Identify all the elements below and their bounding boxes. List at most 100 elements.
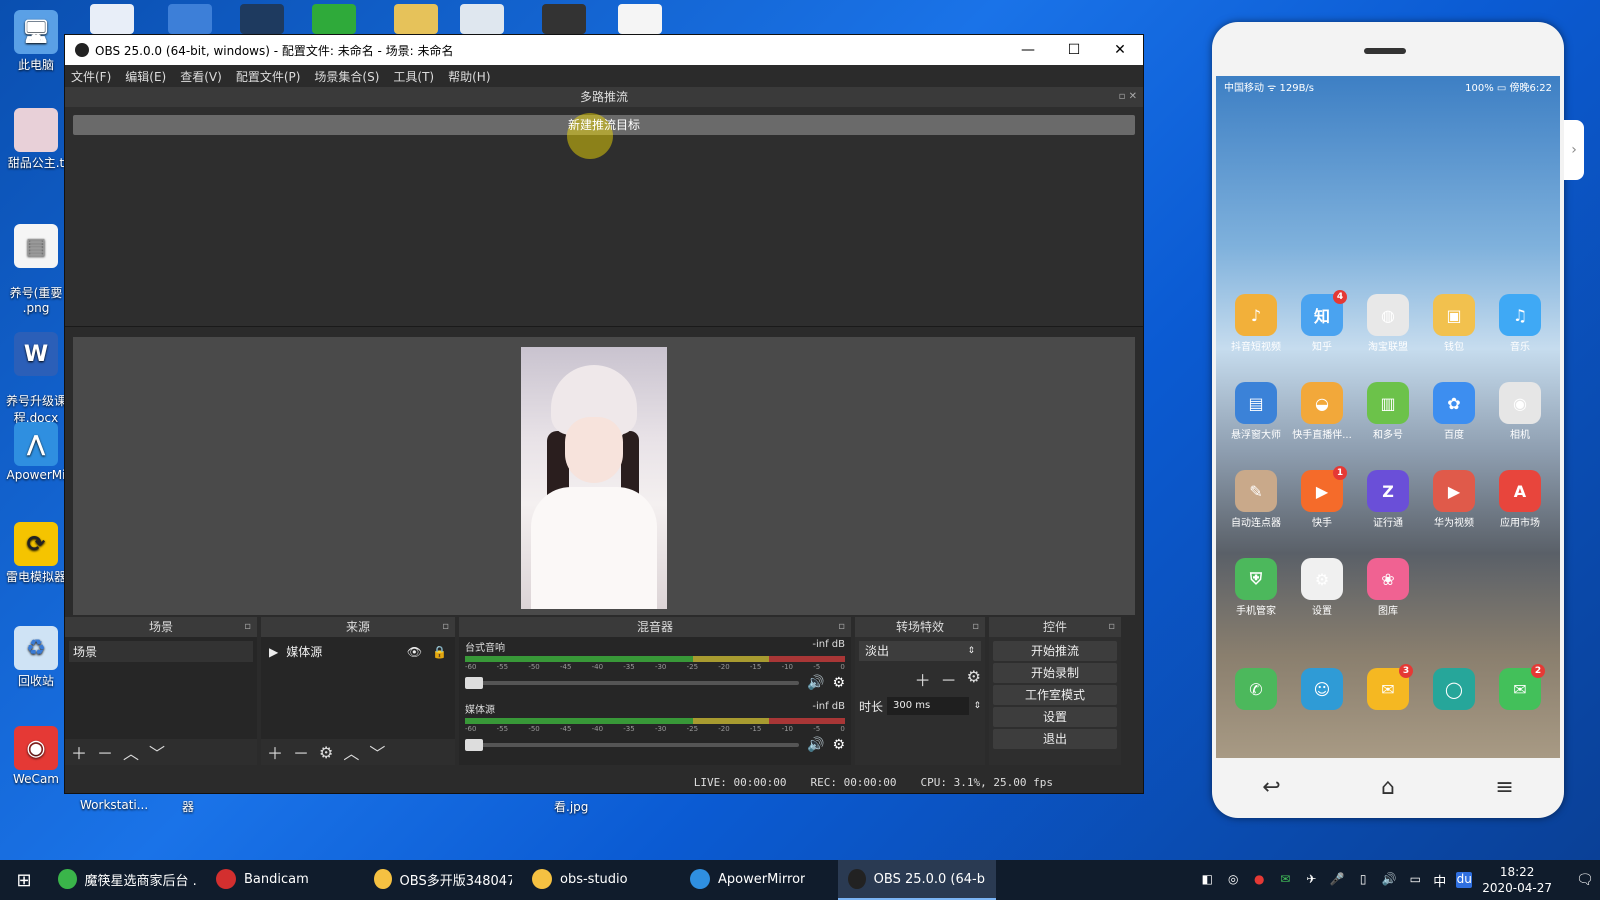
start-recording-button[interactable]: 开始录制 [993,663,1117,683]
move-up-icon[interactable]: ︿ [123,740,139,764]
play-icon[interactable]: ▶ [269,645,278,659]
maximize-button[interactable]: ☐ [1051,35,1097,65]
gear-icon[interactable]: ⚙ [832,675,845,691]
phone-app[interactable]: ▤ 悬浮窗大师 [1224,382,1288,441]
slider-knob[interactable] [465,677,483,689]
gear-icon[interactable]: ⚙ [319,743,333,762]
settings-button[interactable]: 设置 [993,707,1117,727]
phone-app[interactable]: ▣ 钱包 [1422,294,1486,353]
phone-side-expand-icon[interactable]: › [1564,120,1584,180]
menu-help[interactable]: 帮助(H) [448,68,490,85]
desktop-icon-wecam[interactable]: ◉ WeCam [0,726,72,786]
tray-wechat-icon[interactable]: ✉ [1277,872,1293,888]
add-icon[interactable]: ＋ [267,740,283,764]
dock-float-icon[interactable]: ▫ [244,617,251,637]
tray-app-icon[interactable]: ◧ [1199,872,1215,888]
remove-icon[interactable]: － [293,740,309,764]
phone-app[interactable]: A 应用市场 [1488,470,1552,529]
phone-app[interactable]: ▥ 和多号 [1356,382,1420,441]
desktop-label[interactable]: Workstati... [80,798,148,812]
taskbar-app[interactable]: 魔筷星选商家后台 ... [48,860,206,900]
folder-icon[interactable] [394,4,438,34]
desktop-icon-recycle-bin[interactable]: ♻ 回收站 [0,626,72,689]
taskbar-app[interactable]: Bandicam [206,860,364,900]
phone-app[interactable]: ✿ 百度 [1422,382,1486,441]
slider-knob[interactable] [465,739,483,751]
app-icon[interactable] [240,4,284,34]
menu-view[interactable]: 查看(V) [180,68,222,85]
app-icon[interactable] [90,4,134,34]
phone-app[interactable]: ♫ 音乐 [1488,294,1552,353]
tray-obs-icon[interactable]: ◎ [1225,872,1241,888]
phone-dock-app[interactable]: ✉ 2 [1488,664,1552,712]
gear-icon[interactable]: ⚙ [832,737,845,753]
desktop-icon-ldplayer[interactable]: ⟳ 雷电模拟器 [0,522,72,585]
start-streaming-button[interactable]: 开始推流 [993,641,1117,661]
phone-app[interactable]: ◍ 淘宝联盟 [1356,294,1420,353]
move-up-icon[interactable]: ︿ [343,740,359,764]
phone-dock-app[interactable]: ◯ [1422,668,1486,712]
desktop-label[interactable]: 器 [182,798,194,815]
phone-dock-app[interactable]: ✉ 3 [1356,664,1420,712]
windows-start-icon[interactable]: ⊞ [0,860,48,900]
taskbar-app[interactable]: ApowerMirror [680,860,838,900]
phone-dock-app[interactable]: ☺ [1290,668,1354,712]
obs-titlebar[interactable]: OBS 25.0.0 (64-bit, windows) - 配置文件: 未命名… [65,35,1143,65]
dock-float-icon[interactable]: ▫ [442,617,449,637]
phone-app[interactable]: ⛨ 手机管家 [1224,558,1288,617]
taskbar-app[interactable]: obs-studio [522,860,680,900]
phone-app[interactable]: ✎ 自动连点器 [1224,470,1288,529]
phone-app[interactable]: ❀ 图库 [1356,558,1420,617]
preview-canvas[interactable] [73,337,1135,615]
dock-float-close-icon[interactable]: ▫ ✕ [1119,87,1137,107]
clock[interactable]: 18:22 2020-04-27 [1482,864,1552,896]
dock-float-icon[interactable]: ▫ [972,617,979,637]
app-icon[interactable] [542,4,586,34]
menu-profile[interactable]: 配置文件(P) [236,68,301,85]
tray-usb-icon[interactable]: ▯ [1355,872,1371,888]
tray-mic-icon[interactable]: 🎤 [1329,872,1345,888]
menu-icon[interactable]: ≡ [1495,775,1513,800]
scene-item[interactable]: 场景 [69,641,253,662]
desktop-icon-png[interactable]: ▤ 养号(重要 .png [0,210,72,329]
move-down-icon[interactable]: ﹀ [149,740,165,764]
tray-record-icon[interactable]: ● [1251,872,1267,888]
phone-app[interactable]: 知 4 知乎 [1290,290,1354,353]
tray-app-icon[interactable]: ✈ [1303,872,1319,888]
menu-file[interactable]: 文件(F) [71,68,111,85]
phone-app[interactable]: ▶ 华为视频 [1422,470,1486,529]
desktop-icon-this-pc[interactable]: 🖥 此电脑 [0,10,72,73]
phone-app[interactable]: ♪ 抖音短视频 [1224,294,1288,353]
phone-app[interactable]: ◒ 快手直播伴... [1290,382,1354,441]
menu-scene-collection[interactable]: 场景集合(S) [314,68,379,85]
back-icon[interactable]: ↩ [1262,775,1280,800]
notification-icon[interactable]: 🗨 [1576,872,1594,888]
tray-baidu-icon[interactable]: du [1456,872,1473,888]
eye-icon[interactable]: 👁 [407,645,422,659]
transition-select[interactable]: 淡出 ⇕ [859,641,981,661]
speaker-icon[interactable]: 🔊 [807,675,824,691]
studio-mode-button[interactable]: 工作室模式 [993,685,1117,705]
remove-icon[interactable]: － [941,667,957,691]
phone-app[interactable]: ◉ 相机 [1488,382,1552,441]
desktop-label[interactable]: 看.jpg [554,798,588,815]
dock-float-icon[interactable]: ▫ [838,617,845,637]
minimize-button[interactable]: — [1005,35,1051,65]
desktop-icon-apowermirror[interactable]: ⋀ ApowerMi [0,422,72,482]
app-icon[interactable] [312,4,356,34]
file-icon[interactable] [618,4,662,34]
taskbar-app[interactable]: OBS 25.0.0 (64-bi... [838,860,996,900]
ime-indicator[interactable]: 中 [1433,871,1446,890]
dock-float-icon[interactable]: ▫ [1108,617,1115,637]
close-button[interactable]: ✕ [1097,35,1143,65]
duration-spinbox[interactable]: 300 ms [887,697,970,715]
home-icon[interactable]: ⌂ [1381,775,1395,800]
source-item[interactable]: ▶ 媒体源 👁 🔒 [265,641,451,662]
tray-volume-icon[interactable]: 🔊 [1381,872,1397,888]
lock-icon[interactable]: 🔒 [432,645,447,659]
remove-icon[interactable]: － [97,740,113,764]
phone-app[interactable]: ▶ 1 快手 [1290,466,1354,529]
volume-slider[interactable] [465,677,799,689]
move-down-icon[interactable]: ﹀ [369,740,385,764]
gear-icon[interactable]: ⚙ [967,667,981,691]
